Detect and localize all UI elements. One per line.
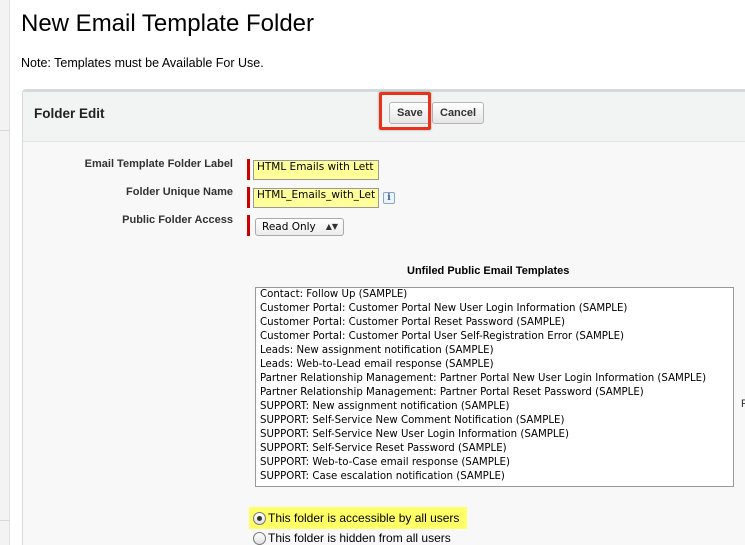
list-item[interactable]: Customer Portal: Customer Portal New Use…: [256, 302, 733, 316]
cancel-button[interactable]: Cancel: [432, 102, 485, 124]
panel-header: Folder Edit Save Cancel: [23, 92, 745, 142]
list-item[interactable]: Partner Relationship Management: Partner…: [256, 372, 733, 386]
templates-listbox[interactable]: Contact: Follow Up (SAMPLE) Customer Por…: [255, 287, 734, 487]
list-item[interactable]: Contact: Follow Up (SAMPLE): [256, 288, 733, 302]
page-note: Note: Templates must be Available For Us…: [21, 56, 264, 70]
chevron-updown-icon: ▲▼: [325, 222, 338, 231]
save-button[interactable]: Save: [389, 102, 431, 124]
public-access-value: Read Only: [262, 221, 316, 233]
list-item[interactable]: SUPPORT: Self-Service New Comment Notifi…: [256, 414, 733, 428]
info-icon[interactable]: i: [383, 192, 395, 204]
page-title: New Email Template Folder: [21, 10, 315, 37]
unique-name-label: Folder Unique Name: [126, 186, 233, 198]
list-item[interactable]: SUPPORT: Web-to-Case email response (SAM…: [256, 456, 733, 470]
radio-button[interactable]: [253, 531, 266, 545]
list-item[interactable]: Leads: Web-to-Lead email response (SAMPL…: [256, 358, 733, 372]
public-access-select[interactable]: Read Only ▲▼: [255, 218, 344, 236]
templates-list-title: Unfiled Public Email Templates: [407, 265, 570, 277]
folder-label-label: Email Template Folder Label: [84, 158, 233, 170]
list-item[interactable]: SUPPORT: Self-Service New User Login Inf…: [256, 428, 733, 442]
list-item[interactable]: Customer Portal: Customer Portal User Se…: [256, 330, 733, 344]
radio-hidden-all-users[interactable]: This folder is hidden from all users: [253, 529, 451, 545]
public-access-label: Public Folder Access: [122, 214, 233, 226]
list-item[interactable]: Partner Relationship Management: Partner…: [256, 386, 733, 400]
required-indicator: [247, 187, 250, 208]
list-item[interactable]: SUPPORT: Case escalation notification (S…: [256, 470, 733, 484]
required-indicator: [247, 159, 250, 180]
left-edge-strip: [0, 0, 10, 545]
list-item[interactable]: Customer Portal: Customer Portal Reset P…: [256, 316, 733, 330]
radio-button-checked[interactable]: [253, 511, 266, 525]
folder-label-input[interactable]: HTML Emails with Lett: [253, 160, 379, 180]
list-item[interactable]: SUPPORT: New assignment notification (SA…: [256, 400, 733, 414]
radio-accessible-all-users[interactable]: This folder is accessible by all users: [249, 507, 468, 529]
strip-divider: [0, 520, 10, 521]
list-item[interactable]: Leads: New assignment notification (SAMP…: [256, 344, 733, 358]
folder-edit-panel: Folder Edit Save Cancel Email Template F…: [22, 89, 745, 545]
unique-name-input[interactable]: HTML_Emails_with_Let: [253, 188, 379, 208]
strip-divider: [0, 130, 10, 131]
clipped-side-label: F: [741, 398, 745, 410]
panel-title: Folder Edit: [34, 106, 105, 121]
required-indicator: [247, 215, 250, 236]
radio-label: This folder is hidden from all users: [268, 531, 451, 545]
radio-label: This folder is accessible by all users: [268, 511, 460, 525]
list-item[interactable]: SUPPORT: Self-Service Reset Password (SA…: [256, 442, 733, 456]
